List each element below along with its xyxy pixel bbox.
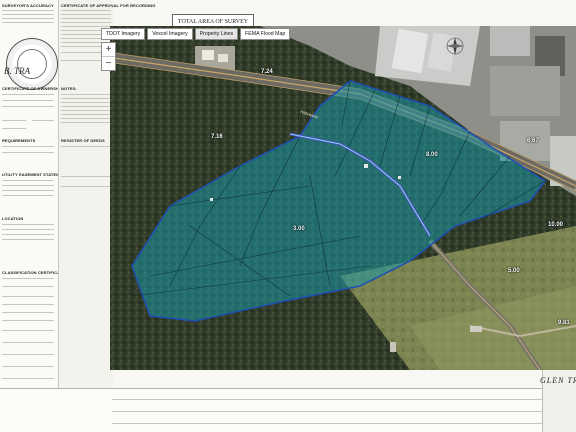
acreage-label: 9.81 — [558, 320, 570, 326]
zoom-in-button[interactable]: + — [102, 43, 115, 56]
handwritten-signature: B. TRA — [4, 66, 30, 76]
plat-footer — [0, 388, 576, 432]
aerial-svg — [110, 26, 576, 370]
layer-button-tdot-imagery[interactable]: TDOT Imagery — [101, 28, 146, 40]
map-viewer: SURVEYOR'S ACCURACY B. TRA CERTIFICATE O… — [0, 0, 576, 432]
acreage-label: 7.24 — [261, 69, 273, 75]
acreage-label: 6.67 — [527, 138, 539, 144]
layer-button-fema-flood-map[interactable]: FEMA Flood Map — [240, 28, 291, 40]
section-title-notes: NOTES: — [61, 86, 77, 91]
section-title-requirements: REQUIREMENTS — [2, 138, 36, 143]
section-title-register: REGISTER OF DEEDS — [61, 138, 105, 143]
sheet-title: GLEN TR — [540, 376, 576, 385]
acreage-label: 5.00 — [508, 268, 520, 274]
layer-toggle-bar: TDOT Imagery Vexcel Imagery Property Lin… — [101, 28, 291, 40]
acreage-label: 3.00 — [293, 226, 305, 232]
zoom-control: + − — [101, 42, 116, 71]
section-title-accuracy: SURVEYOR'S ACCURACY — [2, 3, 54, 8]
layer-button-property-lines[interactable]: Property Lines — [194, 28, 239, 40]
aerial-imagery[interactable] — [110, 26, 576, 370]
surveyor-seal-stamp — [6, 38, 58, 90]
acreage-label: 10.00 — [548, 222, 564, 228]
acreage-label: 8.00 — [426, 152, 438, 158]
zoom-out-button[interactable]: − — [102, 56, 115, 70]
section-title-certificate: CERTIFICATE OF APPROVAL FOR RECORDING — [61, 3, 156, 8]
layer-button-vexcel-imagery[interactable]: Vexcel Imagery — [147, 28, 193, 40]
section-title-location: LOCATION — [2, 216, 24, 221]
acreage-label: 7.16 — [211, 134, 223, 140]
